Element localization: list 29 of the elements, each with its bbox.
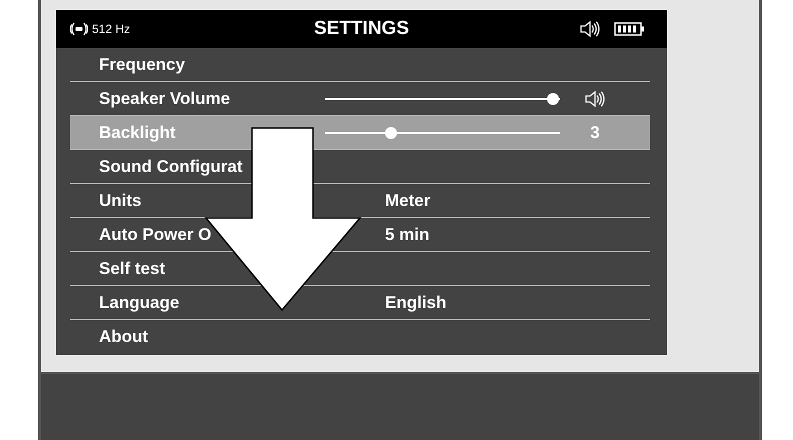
row-label: Language <box>98 292 180 312</box>
speaker-icon <box>585 90 605 108</box>
row-label: Speaker Volume <box>98 88 232 108</box>
row-label: Backlight <box>98 122 177 142</box>
settings-row[interactable]: About <box>70 320 650 353</box>
row-value: Meter <box>384 190 432 210</box>
vibration-icon <box>70 22 88 36</box>
screen-title: SETTINGS <box>312 18 410 40</box>
row-label: Frequency <box>98 54 186 74</box>
row-label: Auto Power O <box>98 224 212 244</box>
settings-row[interactable]: Language English <box>70 286 650 319</box>
row-label: About <box>98 326 150 346</box>
speaker-icon <box>580 20 600 38</box>
settings-row[interactable]: Auto Power O 5 min <box>70 218 650 251</box>
settings-row[interactable]: Speaker Volume <box>70 82 650 115</box>
row-value: English <box>384 292 448 312</box>
settings-row[interactable]: Sound Configurat <box>70 150 650 183</box>
battery-icon <box>614 22 645 36</box>
slider-thumb[interactable] <box>546 92 559 104</box>
row-label: Self test <box>98 258 166 278</box>
slider-thumb[interactable] <box>384 126 397 138</box>
row-value: 5 min <box>384 224 430 244</box>
settings-row[interactable]: Units Meter <box>70 184 650 217</box>
slider-reading: 3 <box>590 122 600 142</box>
row-label: Units <box>98 190 142 210</box>
settings-row[interactable]: Frequency <box>70 48 650 81</box>
settings-row[interactable]: Self test <box>70 252 650 285</box>
frequency-label: 512 Hz <box>92 22 130 36</box>
row-label: Sound Configurat <box>98 156 244 176</box>
